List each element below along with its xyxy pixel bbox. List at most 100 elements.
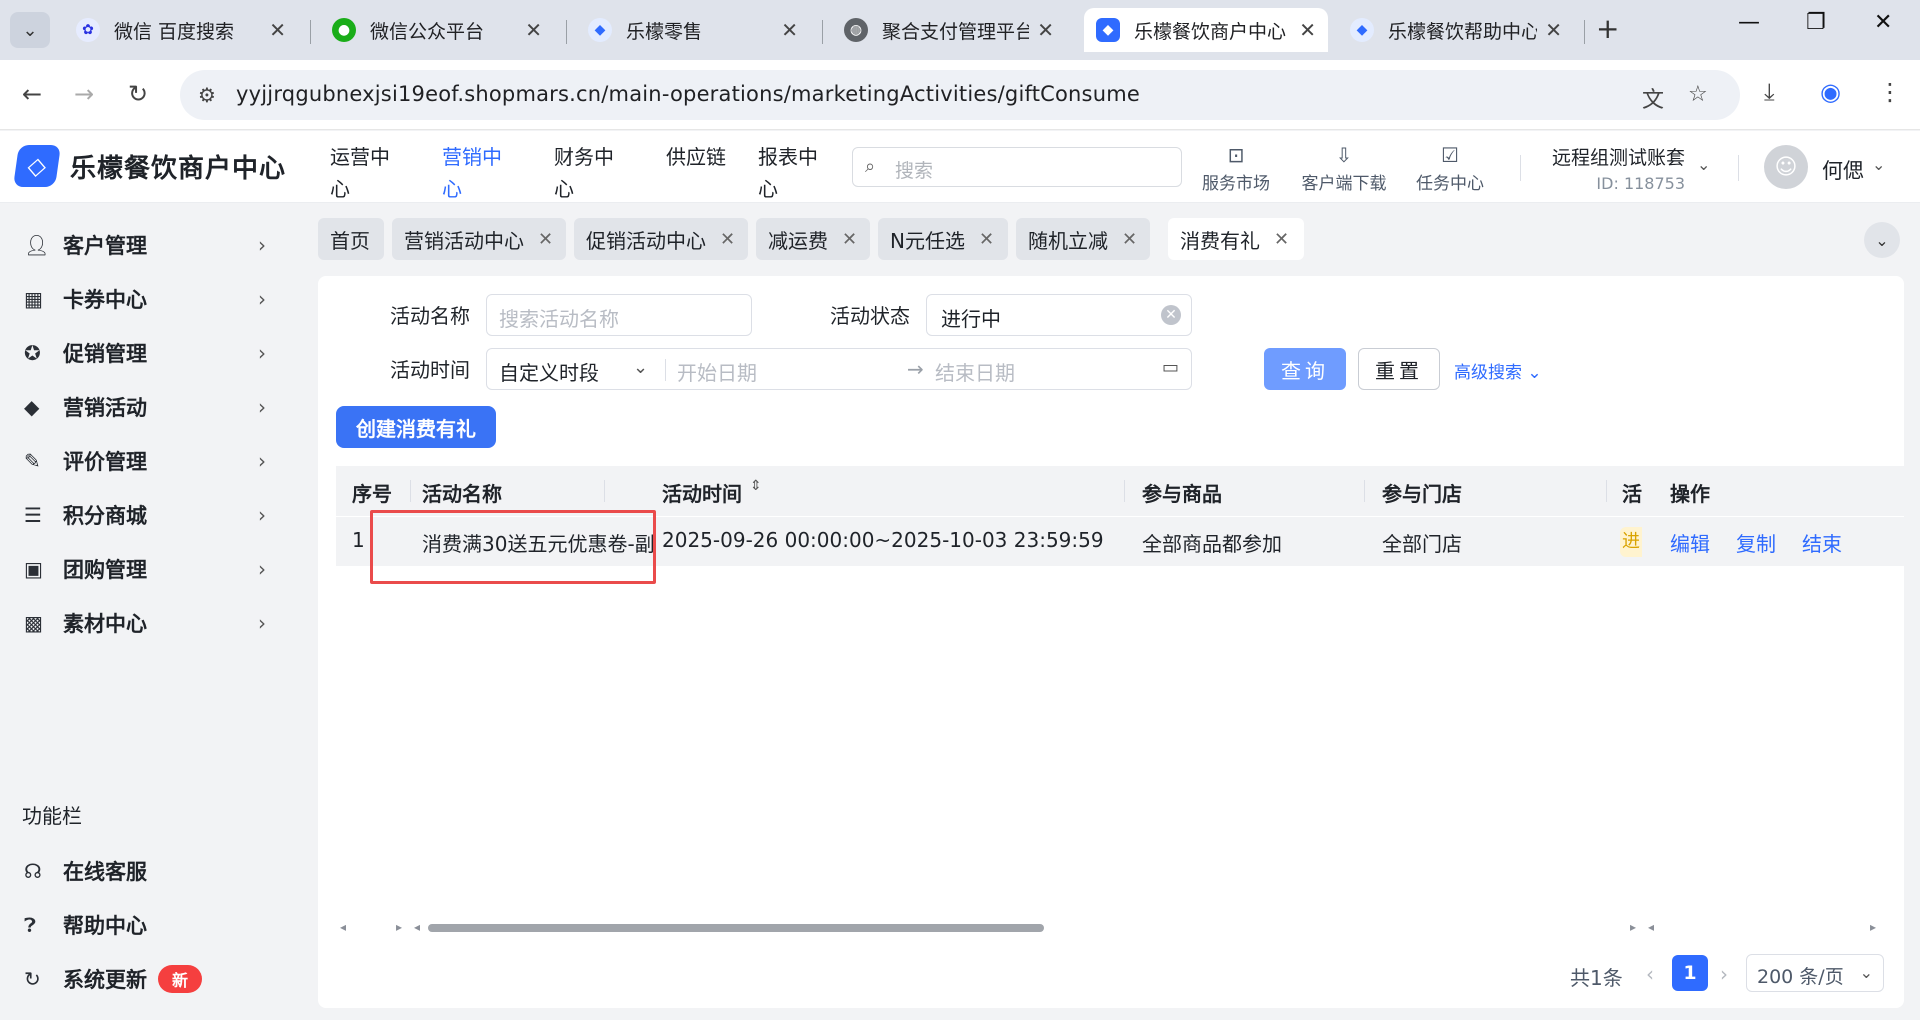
browser-tab-lemeng-retail[interactable]: ◆ 乐檬零售 ✕ — [576, 8, 810, 52]
close-icon[interactable]: ✕ — [269, 18, 286, 42]
sidebar-item-customers[interactable]: 👤︎ 客户管理 › — [0, 218, 300, 272]
global-search-input[interactable]: ⌕ 搜索 — [852, 147, 1182, 187]
topnav-finance[interactable]: 财务中心 — [554, 141, 630, 205]
browser-tab-baidu[interactable]: ✿ 微信 百度搜索 ✕ — [64, 8, 298, 52]
page-tab-marketing-center[interactable]: 营销活动中心 ✕ — [392, 218, 566, 260]
prev-page-chevron-left-icon[interactable]: ‹ — [1646, 962, 1654, 986]
scroll-right-arrow-icon[interactable]: ▸ — [1870, 920, 1876, 934]
scroll-left-arrow-icon[interactable]: ◂ — [1648, 920, 1654, 934]
sidebar-tool-online-service[interactable]: ☊ 在线客服 — [0, 844, 300, 898]
end-action-link[interactable]: 结束 — [1802, 528, 1842, 557]
page-tab-gift-consume[interactable]: 消费有礼 ✕ — [1168, 218, 1304, 260]
sort-icon[interactable]: ⇕ — [750, 478, 762, 494]
url-omnibox[interactable]: ⚙ yyjjrqgubnexjsi19eof.shopmars.cn/main-… — [180, 70, 1740, 120]
page-tab-promo-center[interactable]: 促销活动中心 ✕ — [574, 218, 748, 260]
tabs-more-chevron-down-icon[interactable]: ⌄ — [1864, 222, 1900, 258]
horizontal-scrollbar-thumb[interactable] — [428, 924, 1044, 932]
tab-search-chevron-down-icon[interactable]: ⌄ — [10, 12, 50, 48]
back-arrow-icon[interactable]: ← — [22, 80, 42, 108]
wechat-icon: ● — [332, 18, 356, 42]
close-icon[interactable]: ✕ — [842, 229, 857, 250]
forward-arrow-icon[interactable]: → — [74, 80, 94, 108]
bookmark-star-icon[interactable]: ☆ — [1688, 82, 1708, 107]
new-tab-plus-icon[interactable]: + — [1596, 12, 1619, 45]
site-info-icon[interactable]: ⚙ — [198, 83, 216, 107]
close-icon[interactable]: ✕ — [1037, 18, 1054, 42]
chevron-down-icon[interactable]: ⌄ — [1872, 155, 1885, 174]
browser-tab-help-center[interactable]: ◆ 乐檬餐饮帮助中心 ✕ — [1338, 8, 1574, 52]
th-time[interactable]: 活动时间 — [662, 478, 742, 507]
page-tab-home[interactable]: 首页 — [318, 218, 384, 260]
reset-button[interactable]: 重置 — [1358, 348, 1440, 390]
close-icon[interactable]: ✕ — [720, 229, 735, 250]
page-tab-random-discount[interactable]: 随机立减 ✕ — [1016, 218, 1150, 260]
close-icon[interactable]: ✕ — [1274, 229, 1289, 250]
sidebar-item-marketing[interactable]: ◆ 营销活动 › — [0, 380, 300, 434]
activity-name-input[interactable]: 搜索活动名称 — [486, 294, 752, 336]
topnav-supply-chain[interactable]: 供应链 — [666, 141, 726, 173]
edit-action-link[interactable]: 编辑 — [1670, 528, 1710, 557]
task-center-button[interactable]: ☑ 任务中心 — [1412, 143, 1488, 194]
sidebar-tool-help-center[interactable]: ❓︎ 帮助中心 — [0, 898, 300, 952]
browser-menu-icon[interactable]: ⋮ — [1878, 78, 1902, 106]
browser-tab-wechat-mp[interactable]: ● 微信公众平台 ✕ — [320, 8, 554, 52]
profile-icon[interactable]: ◉ — [1820, 78, 1841, 106]
download-icon[interactable]: ⤓ — [1764, 78, 1775, 106]
activity-status-select[interactable]: 进行中 ✕ — [926, 294, 1192, 336]
page-size-select[interactable]: 200 条/页 ⌄ — [1746, 954, 1884, 992]
sidebar-item-reviews[interactable]: ✎ 评价管理 › — [0, 434, 300, 488]
pagination-page-1[interactable]: 1 — [1672, 955, 1708, 991]
scroll-left-arrow-icon[interactable]: ◂ — [414, 920, 420, 934]
url-text[interactable]: yyjjrqgubnexjsi19eof.shopmars.cn/main-op… — [236, 82, 1140, 106]
sidebar-item-points-mall[interactable]: ☰ 积分商城 › — [0, 488, 300, 542]
page-tab-n-yuan-pick[interactable]: N元任选 ✕ — [878, 218, 1008, 260]
sidebar-item-promotions[interactable]: ✪ 促销管理 › — [0, 326, 300, 380]
topnav-marketing[interactable]: 营销中心 — [442, 141, 518, 205]
service-market-button[interactable]: ⊡ 服务市场 — [1198, 143, 1274, 194]
page-tab-shipping-discount[interactable]: 减运费 ✕ — [756, 218, 870, 260]
browser-tab-payment[interactable]: ◍ 聚合支付管理平台 ✕ — [832, 8, 1066, 52]
tool-label: 服务市场 — [1202, 174, 1270, 194]
close-icon[interactable]: ✕ — [1545, 18, 1562, 42]
sidebar-item-coupons[interactable]: ▦ 卡券中心 › — [0, 272, 300, 326]
close-icon[interactable]: ✕ — [1299, 18, 1316, 42]
close-icon[interactable]: ✕ — [538, 229, 553, 250]
browser-tab-merchant-center[interactable]: ◆ 乐檬餐饮商户中心 ✕ — [1084, 8, 1328, 52]
app-logo[interactable]: ◇ 乐檬餐饮商户中心 — [13, 145, 286, 187]
create-gift-consume-button[interactable]: 创建消费有礼 — [336, 406, 496, 448]
close-icon[interactable]: ✕ — [979, 229, 994, 250]
copy-action-link[interactable]: 复制 — [1736, 528, 1776, 557]
time-type-select[interactable]: 自定义时段 — [499, 357, 599, 386]
user-name[interactable]: 何偲 — [1822, 155, 1864, 185]
chevron-down-icon[interactable]: ⌄ — [633, 357, 648, 378]
start-date-input[interactable]: 开始日期 — [677, 357, 757, 386]
close-icon[interactable]: ✕ — [1122, 229, 1137, 250]
close-icon[interactable]: ✕ — [525, 18, 542, 42]
client-download-button[interactable]: ⇩ 客户端下载 — [1296, 143, 1392, 194]
sidebar-item-group-buy[interactable]: ▣ 团购管理 › — [0, 542, 300, 596]
calendar-icon[interactable]: ▭ — [1162, 357, 1179, 378]
reload-icon[interactable]: ↻ — [128, 80, 148, 108]
scroll-left-arrow-icon[interactable]: ◂ — [340, 920, 346, 934]
topnav-reports[interactable]: 报表中心 — [758, 141, 834, 205]
sidebar-tool-system-update[interactable]: ↻ 系统更新 新 — [0, 952, 300, 1006]
end-date-input[interactable]: 结束日期 — [935, 357, 1015, 386]
query-button[interactable]: 查询 — [1264, 348, 1346, 390]
avatar[interactable]: ☺ — [1764, 145, 1808, 189]
translate-icon[interactable]: 文 — [1642, 82, 1664, 114]
minimize-icon[interactable]: — — [1738, 10, 1760, 35]
sidebar-item-materials[interactable]: ▩ 素材中心 › — [0, 596, 300, 650]
cell-stores: 全部门店 — [1382, 532, 1462, 556]
next-page-chevron-right-icon[interactable]: › — [1720, 962, 1728, 986]
topnav-operations[interactable]: 运营中心 — [330, 141, 406, 205]
clear-icon[interactable]: ✕ — [1161, 305, 1181, 325]
restore-icon[interactable]: ❐ — [1806, 10, 1826, 35]
scroll-right-arrow-icon[interactable]: ▸ — [396, 920, 402, 934]
tab-title: 微信 百度搜索 — [114, 20, 235, 43]
chevron-down-icon[interactable]: ⌄ — [1697, 155, 1710, 174]
account-switcher[interactable]: 远程组测试账套 ID: 118753 — [1552, 143, 1685, 193]
scroll-right-arrow-icon[interactable]: ▸ — [1630, 920, 1636, 934]
advanced-search-link[interactable]: 高级搜索 ⌄ — [1454, 358, 1542, 383]
window-close-icon[interactable]: ✕ — [1874, 10, 1892, 35]
close-icon[interactable]: ✕ — [781, 18, 798, 42]
